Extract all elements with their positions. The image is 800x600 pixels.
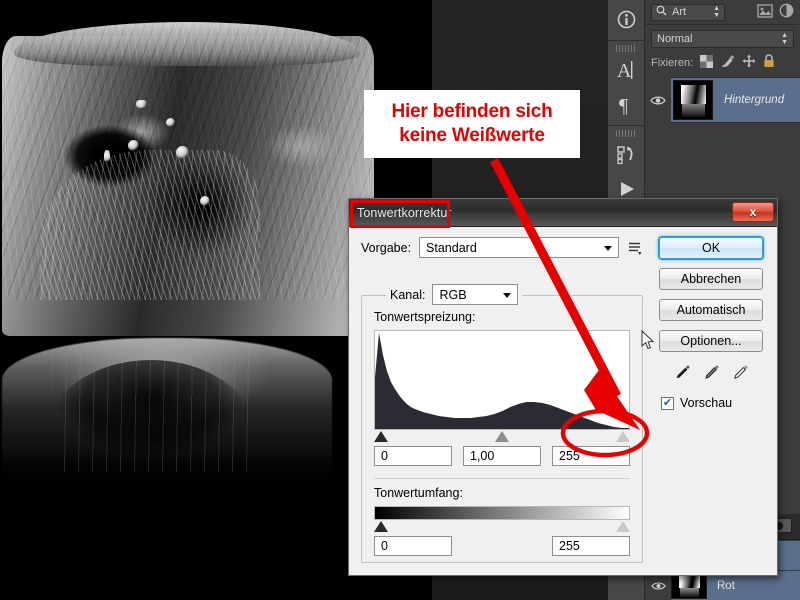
output-highlight-field[interactable]: 255 bbox=[552, 536, 630, 556]
output-gradient-ramp bbox=[374, 506, 630, 520]
lock-row-label: Fixieren: bbox=[651, 56, 694, 69]
panel-grip[interactable] bbox=[615, 45, 637, 52]
type-tool-icon[interactable]: A bbox=[608, 53, 645, 87]
ice-bubble bbox=[104, 150, 110, 164]
channel-thumbnail[interactable] bbox=[671, 572, 707, 599]
ice-bubble bbox=[176, 146, 189, 159]
eyedropper-row bbox=[659, 364, 763, 386]
adjustment-filter-icon[interactable] bbox=[779, 3, 794, 21]
layer-row-hintergrund[interactable]: Hintergrund bbox=[645, 77, 800, 123]
white-point-eyedropper[interactable] bbox=[732, 364, 749, 386]
svg-text:A: A bbox=[617, 60, 632, 82]
reflection-drips bbox=[52, 352, 252, 472]
chevron-updown-icon[interactable]: ▲ ▼ bbox=[781, 32, 788, 46]
preview-checkbox[interactable]: ✔ bbox=[661, 396, 674, 410]
black-point-eyedropper[interactable] bbox=[674, 364, 691, 386]
white-point-slider[interactable] bbox=[616, 431, 630, 442]
levels-dialog[interactable]: Tonwertkorrektur x Vorgabe: Standard Kan… bbox=[348, 198, 778, 576]
preset-select[interactable]: Standard bbox=[419, 237, 620, 258]
lock-all-icon[interactable] bbox=[763, 54, 775, 71]
output-slider-track[interactable] bbox=[374, 520, 630, 534]
paragraph-icon[interactable]: ¶ bbox=[608, 87, 645, 121]
gamma-slider[interactable] bbox=[495, 431, 509, 442]
channel-row: Kanal: RGB bbox=[386, 284, 523, 305]
histogram-plot bbox=[375, 333, 629, 429]
input-levels-fields: 0 1,00 255 bbox=[374, 446, 630, 466]
divider bbox=[374, 478, 630, 479]
channel-select[interactable]: RGB bbox=[432, 284, 519, 305]
output-black-slider[interactable] bbox=[374, 521, 388, 532]
screenshot-root: A ¶ Art ▲ ▼ Normal ▲ ▼ Fixieren: Hinterg… bbox=[0, 0, 800, 600]
output-shadow-field[interactable]: 0 bbox=[374, 536, 452, 556]
output-levels-label: Tonwertumfang: bbox=[374, 486, 463, 500]
preset-label: Vorgabe: bbox=[361, 240, 412, 255]
ice-bubble bbox=[200, 196, 210, 206]
preset-value: Standard bbox=[426, 240, 477, 255]
output-levels-fields: 0 255 bbox=[374, 536, 630, 556]
preset-menu-icon[interactable] bbox=[627, 240, 643, 256]
rail-group-info bbox=[608, 0, 644, 41]
lock-transparency-icon[interactable] bbox=[700, 54, 714, 71]
annotation-line-2: keine Weißwerte bbox=[399, 125, 545, 146]
layer-filter-label: Art bbox=[672, 6, 687, 18]
lock-row: Fixieren: bbox=[645, 52, 800, 77]
options-button[interactable]: Optionen... bbox=[659, 330, 763, 352]
ice-bubble bbox=[128, 140, 139, 151]
auto-button[interactable]: Automatisch bbox=[659, 299, 763, 321]
input-gamma-field[interactable]: 1,00 bbox=[463, 446, 541, 466]
annotation-callout: Hier befinden sich keine Weißwerte bbox=[364, 90, 580, 158]
mouse-cursor-icon bbox=[641, 329, 655, 355]
input-shadow-field[interactable]: 0 bbox=[374, 446, 452, 466]
ice-bubble bbox=[136, 100, 148, 108]
image-filter-icon[interactable] bbox=[757, 3, 773, 21]
layer-thumbnail[interactable] bbox=[673, 80, 713, 120]
output-white-slider[interactable] bbox=[616, 521, 630, 532]
chevron-down-icon bbox=[503, 292, 512, 298]
blend-mode-select[interactable]: Normal ▲ ▼ bbox=[651, 30, 794, 48]
channel-name-label: Rot bbox=[717, 579, 735, 592]
lock-position-icon[interactable] bbox=[742, 54, 756, 71]
blend-mode-row: Normal ▲ ▼ bbox=[645, 25, 800, 52]
gray-point-eyedropper[interactable] bbox=[703, 364, 720, 386]
search-icon bbox=[656, 5, 667, 19]
histogram[interactable] bbox=[374, 330, 630, 430]
lock-image-icon[interactable] bbox=[720, 54, 735, 71]
layers-filter-bar: Art ▲ ▼ bbox=[645, 0, 800, 25]
input-highlight-field[interactable]: 255 bbox=[552, 446, 630, 466]
info-icon[interactable] bbox=[608, 2, 645, 36]
rail-group-type: A ¶ bbox=[608, 41, 644, 126]
close-icon[interactable]: x bbox=[732, 202, 774, 222]
dialog-body: Vorgabe: Standard Kanal: RGB Tonwertspre… bbox=[349, 227, 777, 576]
input-levels-label: Tonwertspreizung: bbox=[374, 310, 476, 324]
history-icon[interactable] bbox=[608, 138, 645, 172]
preview-row[interactable]: ✔ Vorschau bbox=[661, 396, 763, 410]
ok-button[interactable]: OK bbox=[659, 237, 763, 259]
chevron-down-icon bbox=[604, 245, 613, 251]
title-highlight-rect bbox=[350, 200, 450, 228]
channel-label: Kanal: bbox=[390, 287, 426, 302]
panel-grip[interactable] bbox=[615, 130, 637, 137]
ice-bubble bbox=[166, 118, 175, 127]
layer-filter-select[interactable]: Art ▲ ▼ bbox=[651, 3, 725, 21]
cancel-button[interactable]: Abbrechen bbox=[659, 268, 763, 290]
input-slider-track[interactable] bbox=[374, 430, 630, 444]
levels-group: Kanal: RGB Tonwertspreizung: 0 1,00 255 … bbox=[361, 284, 655, 563]
preview-label: Vorschau bbox=[680, 396, 733, 410]
black-point-slider[interactable] bbox=[374, 431, 388, 442]
dialog-button-column: OK Abbrechen Automatisch Optionen... ✔ V… bbox=[659, 237, 763, 410]
chevron-updown-icon[interactable]: ▲ ▼ bbox=[713, 5, 720, 19]
layer-name-label: Hintergrund bbox=[724, 94, 785, 106]
channel-value: RGB bbox=[439, 287, 467, 302]
layer-visibility-toggle[interactable] bbox=[645, 77, 671, 123]
svg-text:¶: ¶ bbox=[619, 95, 628, 115]
blend-mode-value: Normal bbox=[657, 33, 693, 45]
annotation-line-1: Hier befinden sich bbox=[391, 101, 553, 122]
